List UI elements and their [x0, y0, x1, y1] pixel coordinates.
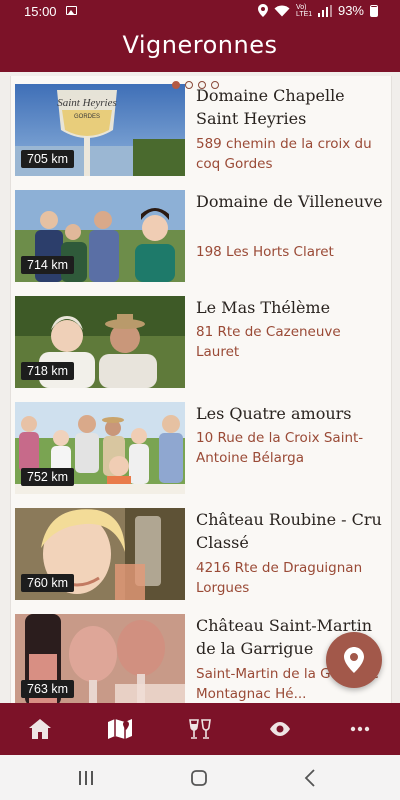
thumb-sublabel: GORDES	[74, 114, 100, 120]
status-time: 15:00	[24, 4, 57, 19]
domain-photo: 763 km	[15, 614, 185, 703]
system-navigation-bar	[0, 755, 400, 800]
carousel-dot[interactable]	[172, 81, 180, 89]
domain-card[interactable]: Saint Heyries GORDES 705 km Domaine Chap…	[11, 76, 391, 183]
domain-name[interactable]: Domaine de Villeneuve	[196, 190, 388, 213]
domain-address: 4216 Rte de Draguignan Lorgues	[196, 560, 363, 596]
domain-list[interactable]: Saint Heyries GORDES 705 km Domaine Chap…	[10, 76, 392, 703]
domain-address: 198 Les Horts Claret	[196, 244, 334, 260]
location-pin-icon	[344, 647, 364, 673]
domain-address: 589 chemin de la croix du coq Gordes	[196, 136, 372, 172]
carousel-dot[interactable]	[198, 81, 206, 89]
distance-badge: 714 km	[21, 256, 74, 274]
nav-map[interactable]	[80, 703, 160, 755]
thumb-label: Saint Heyries	[57, 97, 117, 109]
home-icon	[29, 719, 51, 739]
domain-name[interactable]: Les Quatre amours	[196, 402, 388, 425]
distance-badge: 705 km	[21, 150, 74, 168]
domain-photo: 760 km	[15, 508, 185, 600]
signal-icon	[317, 4, 332, 17]
image-notification-icon	[66, 6, 77, 15]
recent-apps-icon[interactable]	[78, 770, 94, 786]
nav-more[interactable]	[320, 703, 400, 755]
domain-photo: Saint Heyries GORDES 705 km	[15, 84, 185, 176]
battery-percent: 93%	[337, 3, 364, 18]
domain-name[interactable]: Château Roubine - Cru Classé	[196, 508, 388, 554]
distance-badge: 718 km	[21, 362, 74, 380]
nav-wine[interactable]	[160, 703, 240, 755]
home-button-icon[interactable]	[190, 769, 208, 787]
wifi-icon	[274, 5, 290, 16]
eye-icon	[270, 722, 290, 736]
domain-address: 81 Rte de Cazeneuve Lauret	[196, 324, 341, 360]
domain-photo: 714 km	[15, 190, 185, 282]
more-icon	[350, 726, 370, 732]
distance-badge: 760 km	[21, 574, 74, 592]
bottom-navigation	[0, 703, 400, 755]
domain-card[interactable]: 714 km Domaine de Villeneuve 198 Les Hor…	[11, 182, 391, 289]
carousel-indicator	[172, 81, 219, 89]
nav-home[interactable]	[0, 703, 80, 755]
domain-card[interactable]: 718 km Le Mas Thélème 81 Rte de Cazeneuv…	[11, 288, 391, 395]
domain-card[interactable]: 752 km Les Quatre amours 10 Rue de la Cr…	[11, 394, 391, 501]
wine-glasses-icon	[189, 719, 211, 739]
nav-visits[interactable]	[240, 703, 320, 755]
domain-card[interactable]: 760 km Château Roubine - Cru Classé 4216…	[11, 500, 391, 607]
map-icon	[108, 719, 132, 739]
carousel-dot[interactable]	[185, 81, 193, 89]
domain-name[interactable]: Le Mas Thélème	[196, 296, 388, 319]
page-title: Vigneronnes	[122, 31, 278, 59]
domain-photo: 718 km	[15, 296, 185, 388]
network-label: Vo) LTE1	[295, 3, 313, 18]
domain-address: 10 Rue de la Croix Saint-Antoine Bélarga	[196, 430, 364, 466]
app-bar: Vigneronnes	[0, 24, 400, 72]
status-bar: 15:00 Vo) LTE1 93%	[0, 0, 400, 24]
carousel-dot[interactable]	[211, 81, 219, 89]
map-location-button[interactable]	[326, 632, 382, 688]
domain-photo: 752 km	[15, 402, 185, 494]
status-icons: Vo) LTE1 93%	[257, 3, 378, 18]
domain-name[interactable]: Domaine Chapelle Saint Heyries	[196, 84, 388, 130]
battery-icon	[370, 4, 378, 17]
distance-badge: 763 km	[21, 680, 74, 698]
location-icon	[257, 4, 268, 17]
back-icon[interactable]	[304, 769, 316, 787]
distance-badge: 752 km	[21, 468, 74, 486]
